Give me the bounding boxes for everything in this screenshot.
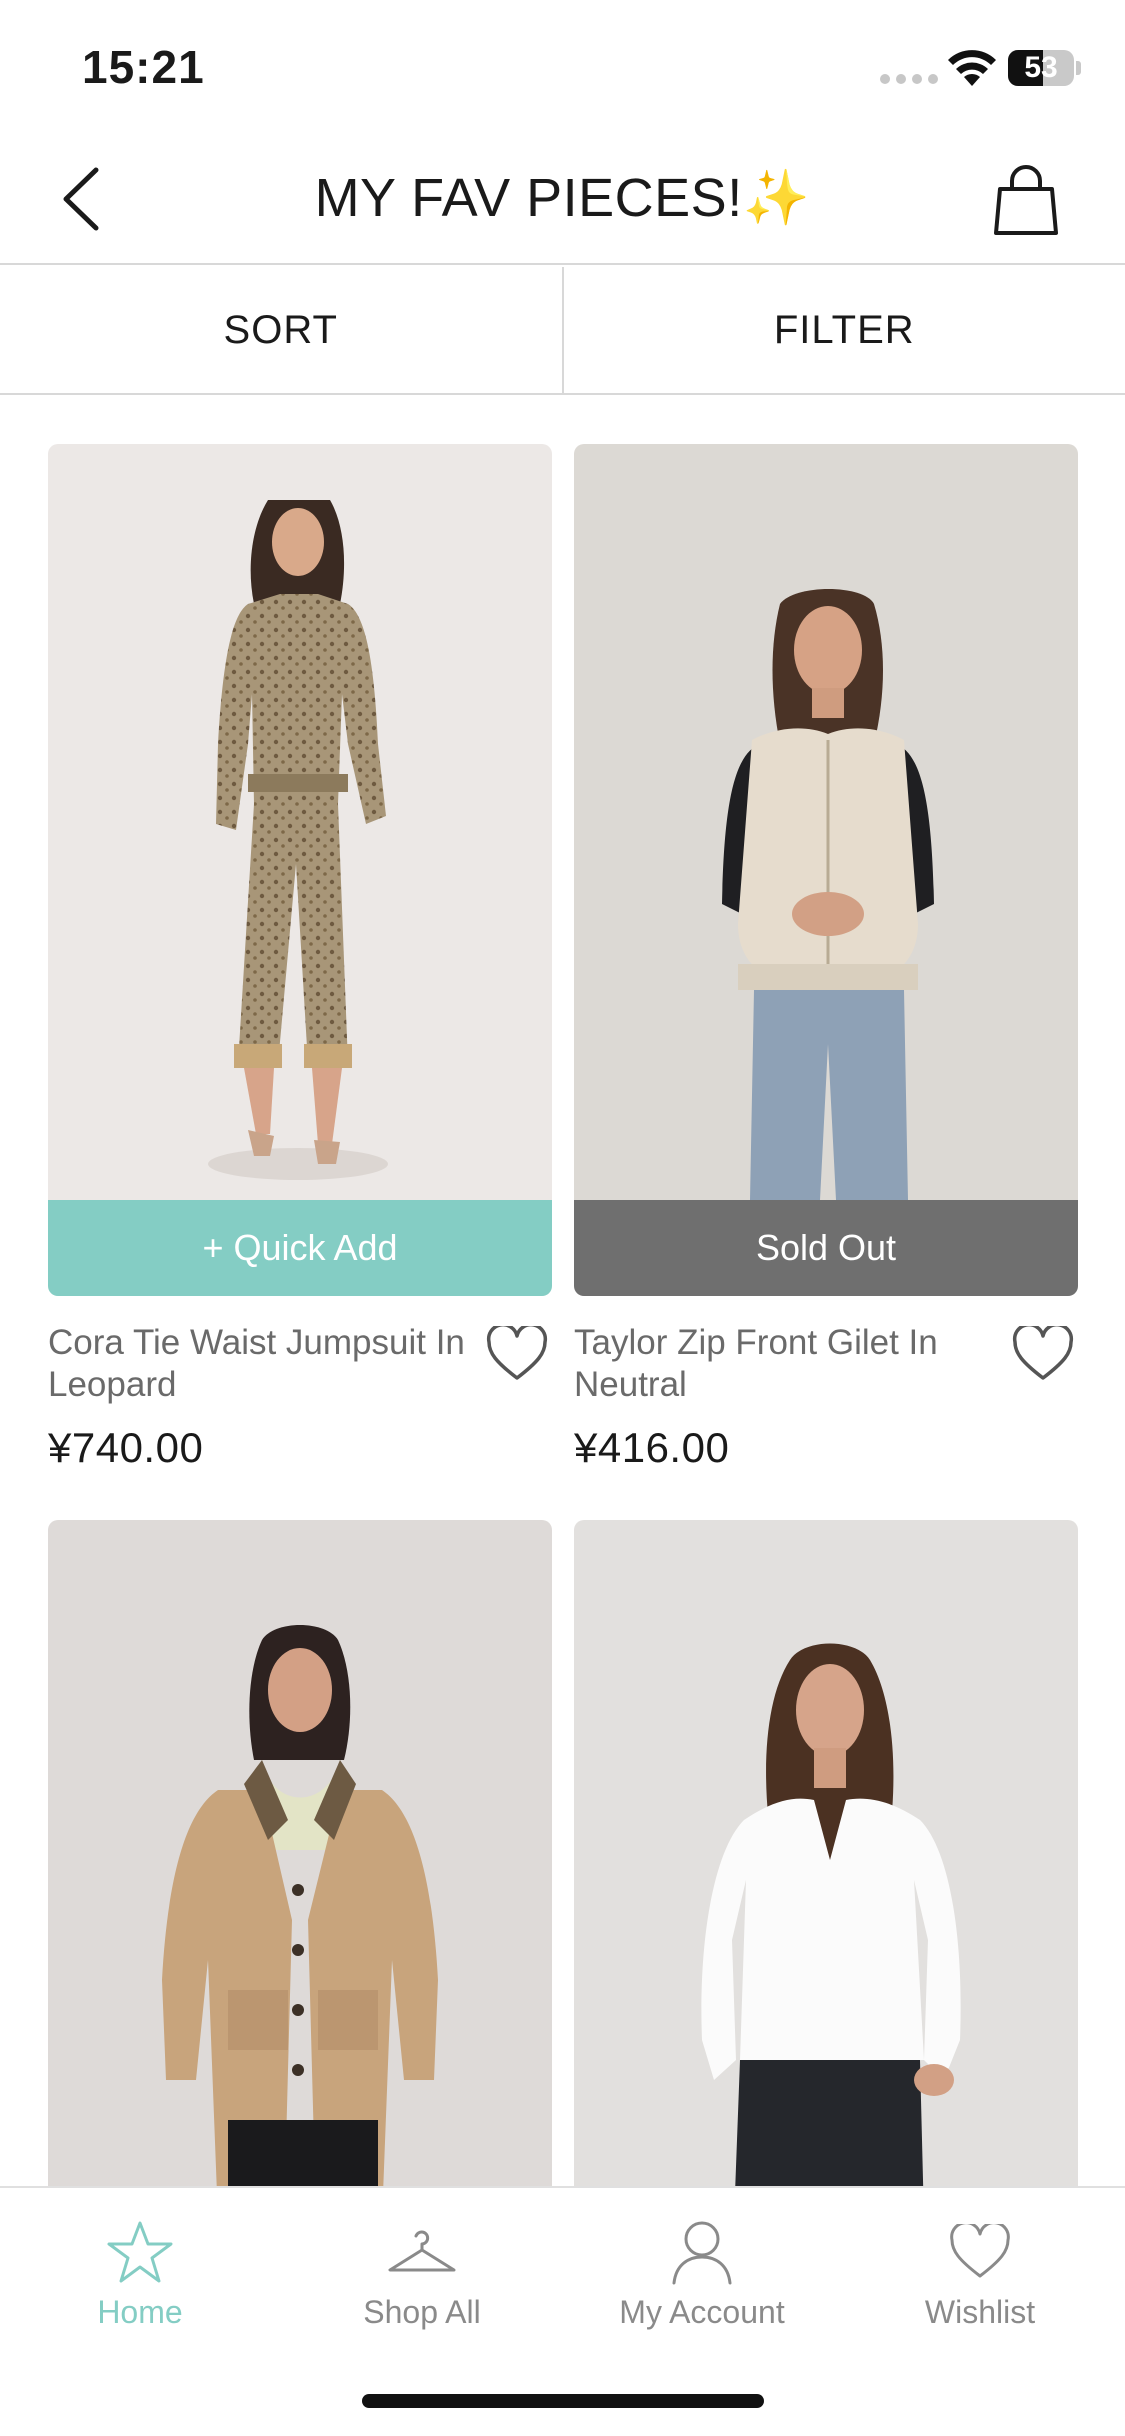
cellular-signal-icon xyxy=(880,74,938,84)
quick-add-button[interactable]: + Quick Add xyxy=(48,1200,552,1296)
wifi-icon xyxy=(948,50,996,86)
shopping-bag-icon xyxy=(994,165,1058,235)
home-indicator[interactable] xyxy=(362,2394,764,2408)
wishlist-button[interactable] xyxy=(482,1322,552,1386)
product-photo-jumpsuit xyxy=(48,444,552,1200)
filter-button[interactable]: FILTER xyxy=(564,267,1125,393)
heart-icon xyxy=(486,1326,548,1380)
tab-label: Shop All xyxy=(363,2294,481,2330)
tab-label: Wishlist xyxy=(924,2294,1036,2330)
product-name[interactable]: Taylor Zip Front Gilet In Neutral xyxy=(574,1322,994,1406)
cart-button[interactable] xyxy=(980,155,1072,247)
product-price: ¥740.00 xyxy=(48,1424,204,1471)
sort-button[interactable]: SORT xyxy=(0,267,562,393)
product-price: ¥416.00 xyxy=(574,1424,730,1471)
product-info: Cora Tie Waist Jumpsuit In Leopard ¥740.… xyxy=(48,1296,552,1472)
product-photo-jacket xyxy=(48,1520,552,2220)
star-icon xyxy=(107,2221,173,2283)
heart-icon xyxy=(1012,1326,1074,1380)
tab-label: My Account xyxy=(619,2294,785,2330)
product-card[interactable] xyxy=(48,1520,552,2220)
sold-out-label: Sold Out xyxy=(574,1200,1078,1296)
battery-icon: 53 xyxy=(1008,50,1074,86)
product-card[interactable]: + Quick Add Cora Tie Waist Jumpsuit In L… xyxy=(48,444,552,1472)
product-image[interactable] xyxy=(48,1520,552,2220)
tab-wishlist[interactable]: Wishlist xyxy=(870,2214,1090,2331)
tab-my-account[interactable]: My Account xyxy=(592,2214,812,2331)
product-photo-gilet xyxy=(574,444,1078,1200)
product-image[interactable] xyxy=(574,1520,1078,2220)
tab-home[interactable]: Home xyxy=(30,2214,250,2331)
product-info: Taylor Zip Front Gilet In Neutral ¥416.0… xyxy=(574,1296,1078,1472)
product-card[interactable]: Sold Out Taylor Zip Front Gilet In Neutr… xyxy=(574,444,1078,1472)
product-card[interactable] xyxy=(574,1520,1078,2220)
page-title: MY FAV PIECES!✨ xyxy=(314,168,811,228)
tab-label: Home xyxy=(97,2294,183,2330)
product-name[interactable]: Cora Tie Waist Jumpsuit In Leopard xyxy=(48,1322,468,1406)
status-time: 15:21 xyxy=(82,41,205,93)
product-image[interactable] xyxy=(574,444,1078,1200)
user-icon xyxy=(672,2221,732,2285)
header: MY FAV PIECES!✨ xyxy=(0,135,1125,265)
product-photo-top xyxy=(574,1520,1078,2220)
status-bar: 15:21 53 xyxy=(0,0,1125,135)
wishlist-button[interactable] xyxy=(1008,1322,1078,1386)
product-image[interactable] xyxy=(48,444,552,1200)
battery-level: 53 xyxy=(1024,51,1058,84)
hanger-icon xyxy=(388,2230,456,2272)
tab-shop-all[interactable]: Shop All xyxy=(312,2214,532,2331)
heart-icon xyxy=(950,2224,1010,2278)
sort-filter-bar: SORT FILTER xyxy=(0,267,1125,395)
